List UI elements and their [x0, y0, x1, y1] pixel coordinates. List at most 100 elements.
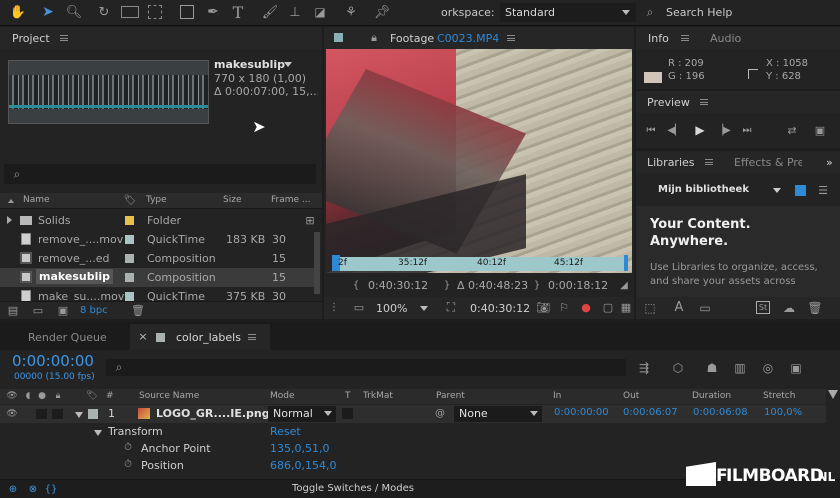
rectangle-tool-icon[interactable]	[180, 5, 194, 19]
zoom-value[interactable]: 100%	[376, 302, 407, 315]
footage-time-ruler[interactable]: 2f 35:12f 40:12f 45:12f	[332, 255, 628, 271]
add-content-icon[interactable]: ⬚	[642, 300, 658, 315]
column-type[interactable]: Type	[146, 195, 167, 205]
panel-menu-icon[interactable]	[700, 99, 708, 105]
transform-label[interactable]: Transform	[108, 425, 163, 438]
region-of-interest-icon[interactable]: ▢	[601, 300, 615, 314]
project-row-remove-ed[interactable]: remove_...ed Composition 15	[0, 249, 320, 268]
interpret-footage-icon[interactable]: ▤	[6, 304, 20, 317]
selection-tool-icon[interactable]: ➤	[40, 3, 56, 21]
show-snapshot-icon[interactable]: ⚐	[558, 300, 570, 314]
camera-tool-icon[interactable]	[121, 6, 139, 18]
project-panel-title[interactable]: Project	[12, 32, 50, 45]
monitor-icon[interactable]: ▭	[352, 301, 366, 314]
layer-out-time[interactable]: 0:00:06:07	[623, 407, 678, 418]
zoom-tool-icon[interactable]: 🔍︎	[66, 4, 83, 20]
layer-stretch[interactable]: 100,0%	[764, 407, 802, 418]
tab-render-queue[interactable]: Render Queue	[28, 331, 107, 344]
transparency-grid-icon[interactable]: ▦	[620, 300, 632, 314]
folder-expand-icon[interactable]	[7, 216, 12, 224]
preserve-transparency-box[interactable]	[342, 408, 353, 419]
trash-icon[interactable]: 🗑︎	[807, 300, 822, 315]
position-value[interactable]: 686,0,154,0	[270, 459, 336, 472]
panel-menu-icon[interactable]	[507, 35, 515, 41]
preview-title[interactable]: Preview	[647, 96, 690, 109]
first-frame-icon[interactable]: ⏮	[644, 123, 658, 137]
layer-label-swatch[interactable]	[88, 409, 98, 419]
close-icon[interactable]: ×	[138, 330, 148, 343]
panel-menu-icon[interactable]	[60, 35, 68, 41]
flowchart-icon[interactable]: ⊞	[303, 213, 317, 227]
always-preview-icon[interactable]: ⋮	[329, 301, 339, 313]
column-source-name[interactable]: Source Name	[139, 391, 199, 401]
chevron-down-icon[interactable]	[420, 306, 428, 311]
video-eye-icon[interactable]: 👁︎	[6, 390, 18, 402]
panel-menu-icon[interactable]	[681, 35, 689, 41]
frame-blending-icon[interactable]: ▥	[732, 360, 748, 376]
list-view-icon[interactable]: ☰	[817, 184, 829, 197]
eraser-tool-icon[interactable]: ◪	[312, 5, 328, 19]
sync-status-icon[interactable]: ☁	[781, 300, 797, 315]
graph-editor-icon[interactable]: ▣	[788, 360, 804, 376]
puppet-tool-icon[interactable]: 📌︎	[374, 3, 391, 21]
pan-behind-tool-icon[interactable]	[148, 5, 162, 19]
rotate-tool-icon[interactable]: ↻	[96, 4, 112, 20]
tab-color-labels-active[interactable]: × color_labels	[130, 324, 270, 350]
trash-icon[interactable]: 🗑︎	[131, 304, 145, 317]
project-row-make-su-mov[interactable]: make_su....mov QuickTime 375 KB 30	[0, 287, 320, 301]
label-tag-icon[interactable]: 🏷︎	[124, 194, 137, 207]
label-tag-icon[interactable]: 🏷︎	[86, 390, 98, 402]
panel-menu-icon[interactable]	[248, 334, 256, 340]
type-tool-icon[interactable]: T	[230, 2, 246, 22]
next-frame-icon[interactable]: ▕▶	[715, 123, 730, 137]
workspace-select[interactable]: Standard	[500, 3, 636, 22]
tab-audio[interactable]: Audio	[710, 32, 741, 45]
footage-title-prefix[interactable]: Footage	[390, 32, 434, 45]
work-area-end-marker[interactable]	[624, 255, 628, 271]
stopwatch-icon[interactable]: ⏱︎	[122, 441, 134, 454]
pen-tool-icon[interactable]: ✒	[205, 3, 221, 21]
library-select[interactable]: Mijn bibliotheek	[644, 181, 784, 199]
layer-name[interactable]: LOGO_GR....IE.png	[156, 407, 270, 420]
layer-in-time[interactable]: 0:00:00:00	[554, 407, 609, 418]
label-swatch[interactable]	[125, 273, 134, 282]
column-frame[interactable]: Frame ...	[271, 195, 311, 205]
footage-viewer[interactable]	[326, 49, 632, 273]
loop-icon[interactable]: ⇄	[784, 123, 800, 137]
audio-toggle-box[interactable]	[36, 409, 47, 419]
adobe-stock-icon[interactable]: St	[756, 301, 770, 314]
row-name[interactable]: makesublip	[36, 269, 114, 284]
column-name[interactable]: Name	[23, 195, 50, 205]
last-frame-icon[interactable]: ⏭	[740, 123, 754, 137]
project-search-field[interactable]: ⌕	[4, 164, 316, 184]
label-swatch[interactable]	[125, 292, 134, 301]
item-dropdown-icon[interactable]	[284, 62, 292, 67]
roto-brush-tool-icon[interactable]: ⚘	[342, 3, 360, 21]
tab-info[interactable]: Info	[648, 32, 669, 45]
current-time-value[interactable]: 0:40:30:12	[470, 302, 530, 315]
label-swatch[interactable]	[125, 216, 134, 225]
toggle-switches-modes-button[interactable]: Toggle Switches / Modes	[292, 483, 414, 494]
overlay-edit-icon[interactable]: }	[532, 279, 542, 291]
transform-expand-icon[interactable]	[94, 430, 102, 436]
label-swatch[interactable]	[125, 254, 134, 263]
close-tab-icon[interactable]	[334, 33, 343, 42]
panel-menu-icon[interactable]	[705, 159, 713, 165]
blend-mode-select[interactable]: Normal	[268, 406, 336, 422]
in-out-stretch-icon[interactable]: {}	[44, 482, 58, 496]
transform-reset-link[interactable]: Reset	[270, 425, 301, 438]
timeline-search-field[interactable]: ⌕	[106, 359, 626, 376]
tab-libraries[interactable]: Libraries	[647, 156, 695, 169]
character-style-icon[interactable]: A	[672, 300, 686, 315]
timeline-timecode[interactable]: 0:00:00:00	[12, 352, 94, 370]
project-row-remove-mov[interactable]: remove_....mov QuickTime 183 KB 30	[0, 230, 320, 249]
tab-effects-presets[interactable]: Effects & Pres	[734, 156, 802, 169]
solo-icon[interactable]: ●	[36, 390, 48, 402]
column-size[interactable]: Size	[223, 195, 241, 205]
search-help-input[interactable]: Search Help	[666, 6, 732, 19]
label-swatch[interactable]	[125, 235, 134, 244]
parent-pickwhip-icon[interactable]: @	[434, 407, 446, 420]
ram-preview-icon[interactable]: ▣	[812, 123, 828, 137]
grid-view-icon[interactable]	[795, 185, 806, 196]
lock-icon[interactable]: 🔒︎	[368, 31, 380, 44]
